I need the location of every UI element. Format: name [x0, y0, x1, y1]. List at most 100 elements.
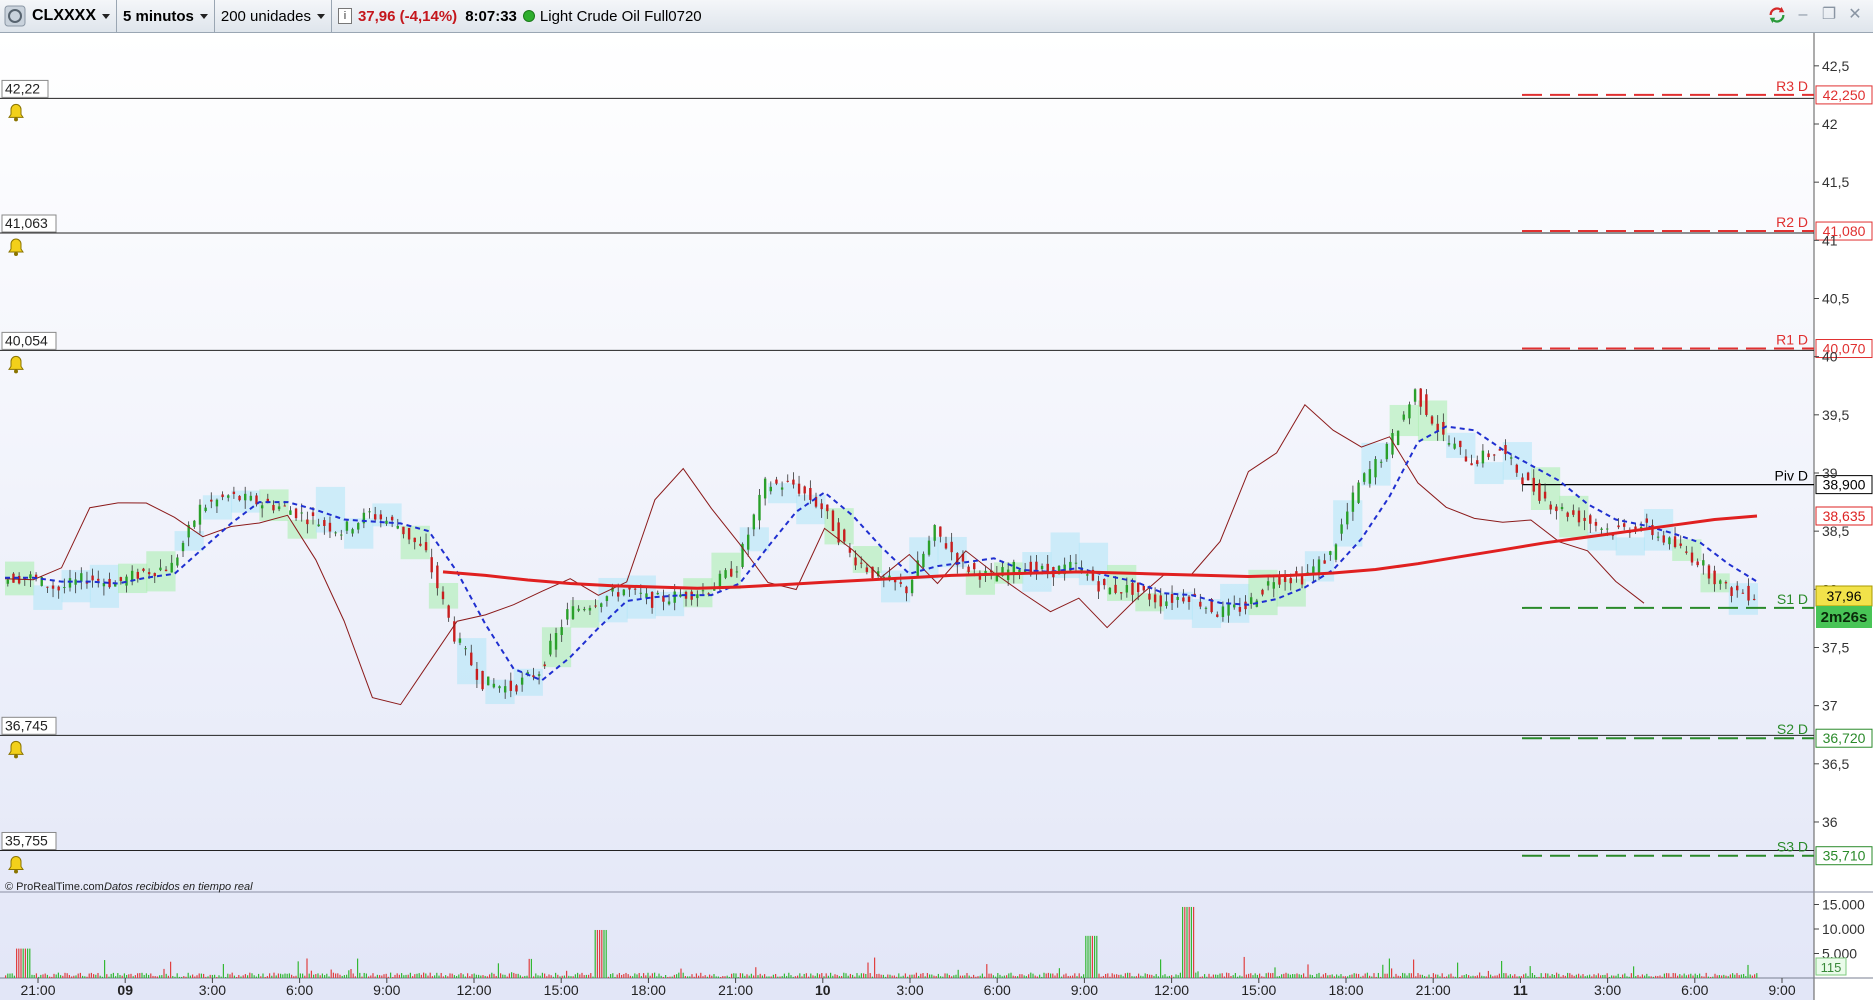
timeframe-label: 5 minutos [123, 7, 194, 25]
volume-bar [438, 975, 440, 978]
volume-bar [442, 976, 444, 978]
price-chart[interactable]: 42,22 41,063 40,054 36,745 35,755 R3 D 42,250… [0, 33, 1873, 1000]
volume-bar [1127, 972, 1129, 978]
volume-bar [1677, 975, 1679, 978]
volume-bar [1672, 972, 1674, 978]
volume-bar [469, 976, 471, 978]
candle-body [1312, 566, 1315, 574]
volume-bar [1138, 973, 1140, 978]
volume-bar [1635, 976, 1637, 978]
minimize-icon[interactable]: – [1793, 4, 1813, 26]
volume-bar [1140, 975, 1142, 978]
volume-bar [480, 975, 482, 978]
volume-bar [695, 973, 697, 978]
x-tick-label: 6:00 [286, 982, 313, 998]
pivot-value-label: 42,250 [1823, 87, 1866, 103]
volume-bar [1006, 975, 1008, 978]
volume-bar [1402, 972, 1404, 978]
volume-bar [143, 974, 145, 978]
volume-bar [502, 974, 504, 978]
volume-bar [236, 976, 238, 978]
volume-bar [1749, 974, 1751, 978]
volume-bar [141, 972, 143, 978]
candle-body [588, 607, 592, 611]
volume-bar [1538, 976, 1540, 978]
volume-bar [1468, 975, 1470, 978]
volume-bar [1410, 973, 1412, 978]
candle-body [1334, 544, 1338, 560]
volume-bar [557, 974, 559, 978]
chevron-down-icon [316, 13, 325, 19]
volume-bar [944, 973, 946, 978]
candle-body [1357, 482, 1360, 503]
volume-bar [1162, 975, 1164, 978]
symbol-selector[interactable]: CLXXXX [26, 0, 116, 33]
volume-bar [95, 974, 97, 978]
info-icon[interactable]: i [337, 8, 352, 24]
volume-bar [139, 973, 141, 978]
volume-bar [1204, 974, 1206, 978]
candle-body [1103, 578, 1106, 586]
volume-bar [1094, 935, 1096, 978]
volume-bar [1087, 935, 1089, 978]
price-change-text: 37,96 (-4,14%) [357, 7, 458, 25]
symbol-label: CLXXXX [32, 7, 97, 24]
candle-body [1351, 492, 1355, 512]
volume-bar [794, 976, 796, 978]
volume-bar [922, 973, 924, 978]
volume-bar [742, 973, 744, 978]
volume-bar [1329, 974, 1331, 978]
volume-bar [1091, 935, 1093, 978]
units-selector[interactable]: 200 unidades [215, 0, 331, 33]
volume-bar [893, 975, 895, 978]
volume-bar [328, 976, 330, 978]
candle-body [826, 504, 829, 512]
timeframe-selector[interactable]: 5 minutos [117, 0, 214, 33]
volume-bar [1681, 975, 1683, 978]
volume-bar [1032, 973, 1034, 978]
volume-bar [733, 973, 735, 978]
volume-bar [394, 974, 396, 978]
volume-bar [585, 974, 587, 978]
volume-bar [1259, 973, 1261, 978]
volume-bar [266, 976, 268, 978]
candle-body [1668, 537, 1671, 545]
y-tick-label: 37 [1822, 698, 1838, 714]
candle-body [1724, 581, 1728, 584]
volume-bar [409, 972, 411, 978]
volume-bar [1289, 974, 1291, 978]
volume-bar [44, 973, 46, 978]
volume-bar [1146, 974, 1148, 978]
volume-bar [1063, 974, 1065, 978]
volume-bar [1173, 976, 1175, 978]
volume-bar [1694, 973, 1696, 978]
volume-bar [1611, 975, 1613, 978]
volume-bar [372, 973, 374, 978]
candle-body [1142, 585, 1145, 591]
volume-bar [1580, 975, 1582, 978]
close-icon[interactable]: ✕ [1845, 4, 1865, 26]
volume-bar [1157, 976, 1159, 978]
restore-icon[interactable]: ❐ [1819, 4, 1839, 26]
candle-body [221, 494, 224, 498]
candle-body [600, 603, 603, 607]
volume-bar [953, 975, 955, 978]
candle-body [424, 542, 428, 551]
sync-icon[interactable] [1767, 4, 1787, 26]
volume-bar [1578, 973, 1580, 978]
candle-body [1645, 518, 1648, 523]
candle-body [583, 609, 586, 611]
volume-bar [1604, 974, 1606, 978]
volume-bar [583, 975, 585, 978]
volume-bar [16, 948, 18, 978]
volume-bar [1120, 974, 1122, 978]
volume-bar [368, 976, 370, 978]
candle-body [1487, 453, 1490, 458]
candle-body [1566, 512, 1569, 517]
volume-bar [1166, 976, 1168, 978]
volume-bar [1369, 975, 1371, 978]
volume-bar [964, 975, 966, 978]
volume-bar [150, 973, 152, 978]
volume-bar [1025, 976, 1027, 978]
volume-bar [702, 976, 704, 978]
